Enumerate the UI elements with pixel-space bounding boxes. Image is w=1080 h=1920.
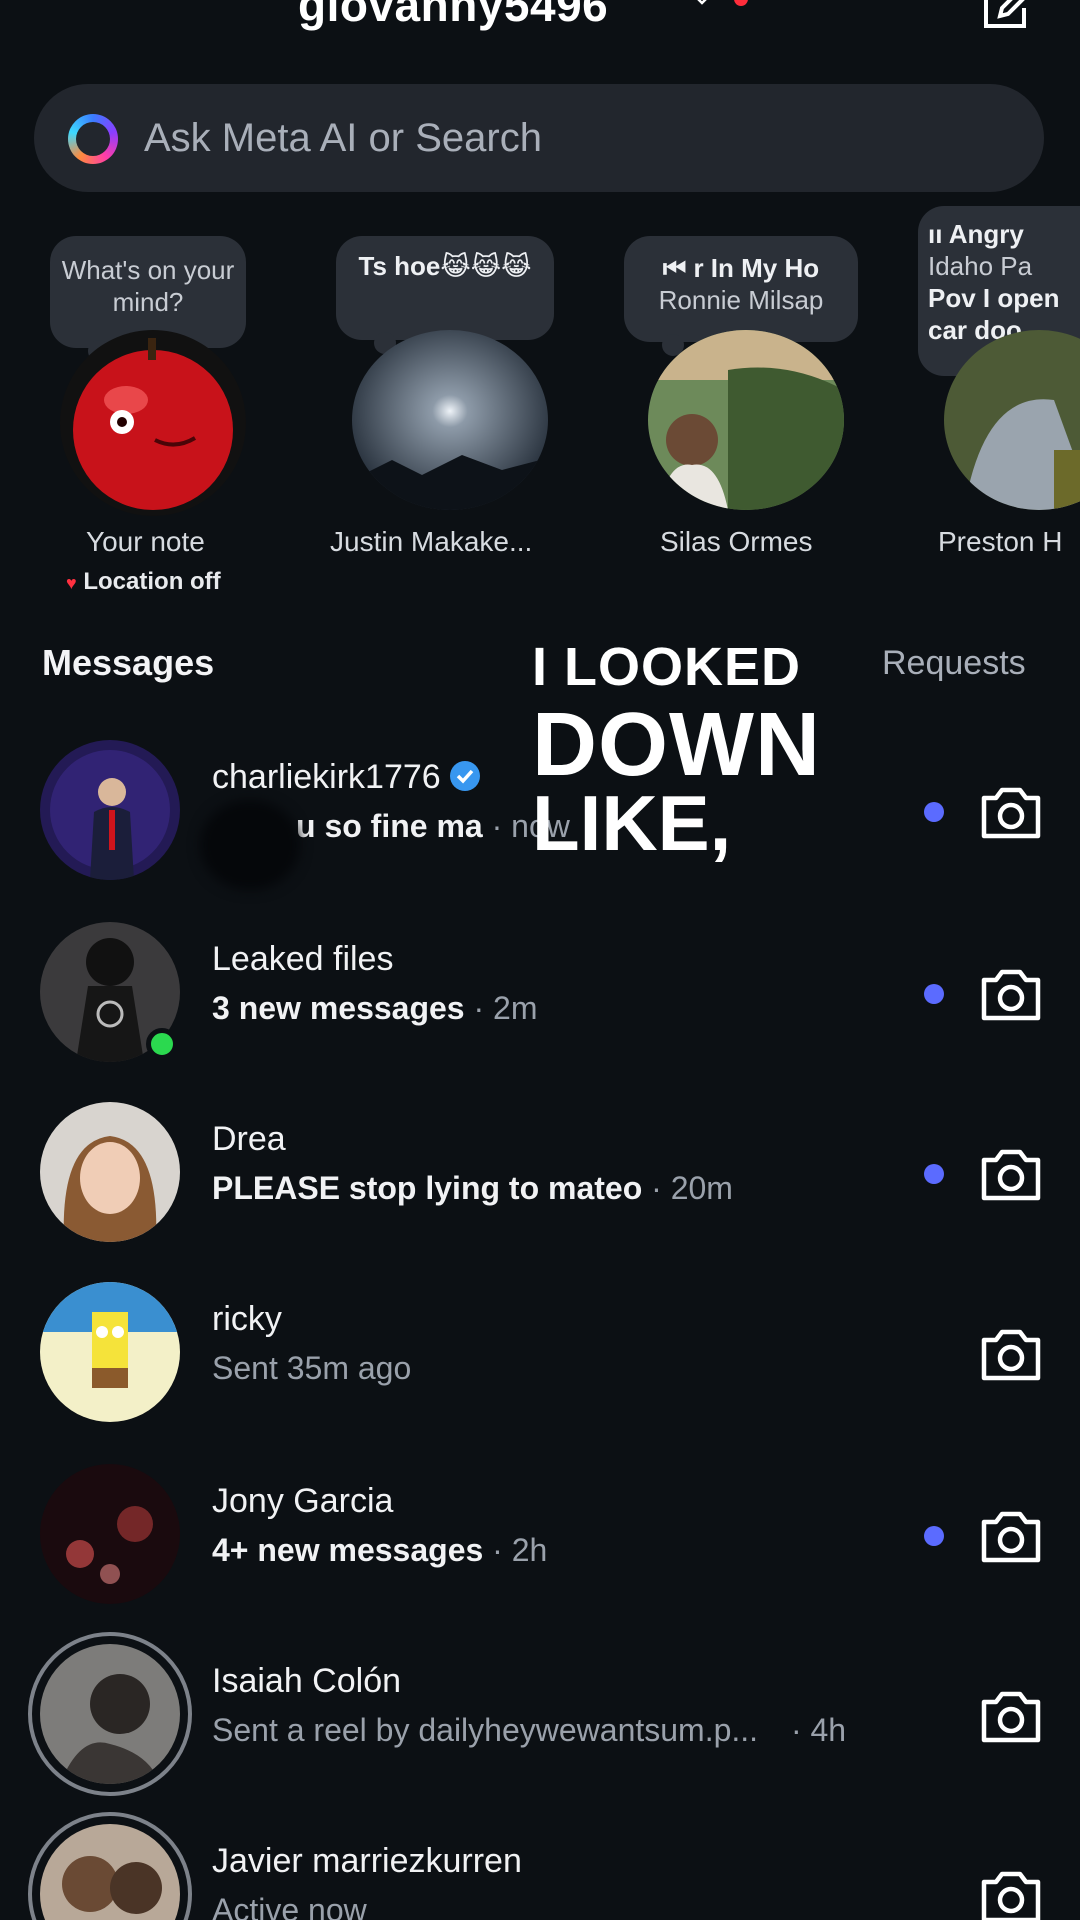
notification-dot <box>734 0 748 6</box>
note-bubble-silas[interactable]: ⏮ r In My Ho Ronnie Milsap <box>624 236 858 356</box>
requests-link[interactable]: Requests <box>882 644 1026 683</box>
caption-line: I LOOKED <box>532 637 802 697</box>
thread-preview-text: u so fine ma <box>296 808 483 844</box>
thread-name: Isaiah Colón <box>212 1662 402 1700</box>
thread-name-text: charliekirk1776 <box>212 758 441 796</box>
note-bubble-justin[interactable]: Ts hoe😹😹😹 <box>336 236 554 354</box>
caption-line: DOWN <box>532 695 821 795</box>
search-bar[interactable]: Ask Meta AI or Search <box>34 84 1044 192</box>
note-bubble-text: What's on your mind? <box>61 255 235 317</box>
thread-row[interactable]: Jony Garcia 4+ new messages · 2h <box>0 1448 1080 1608</box>
account-username[interactable]: giovanny5496 <box>298 0 608 32</box>
note-song-artist: Ronnie Milsap <box>658 285 824 315</box>
music-icon: ıı <box>928 219 949 249</box>
note-avatar-justin[interactable] <box>352 330 548 510</box>
note-avatar-silas[interactable] <box>648 330 844 510</box>
unread-dot <box>924 802 944 822</box>
unread-dot <box>924 1164 944 1184</box>
thread-time: · 4h <box>790 1712 847 1748</box>
chevron-down-icon[interactable] <box>694 0 710 8</box>
location-status: ♥ Location off <box>66 568 221 596</box>
location-status-text: Location off <box>83 568 221 595</box>
meta-ai-icon <box>68 114 118 164</box>
search-placeholder: Ask Meta AI or Search <box>144 116 542 160</box>
avatar <box>40 1464 180 1604</box>
thread-row[interactable]: Drea PLEASE stop lying to mateo · 20m <box>0 1086 1080 1246</box>
note-name-own: Your note <box>86 526 205 557</box>
thread-name: ricky <box>212 1300 282 1338</box>
camera-icon[interactable] <box>978 966 1044 1024</box>
compose-icon[interactable] <box>978 0 1034 32</box>
camera-icon[interactable] <box>978 1326 1044 1384</box>
thread-name: charliekirk1776 <box>212 758 481 797</box>
note-line: Pov I open <box>928 283 1060 313</box>
video-caption-overlay: I LOOKED DOWN LIKE, <box>532 640 821 862</box>
online-indicator <box>146 1028 178 1060</box>
avatar <box>40 1282 180 1422</box>
note-bubble-text: Ts hoe😹😹😹 <box>358 251 532 281</box>
avatar <box>40 1644 180 1784</box>
camera-icon[interactable] <box>978 1508 1044 1566</box>
camera-icon[interactable] <box>978 1146 1044 1204</box>
thread-preview: Sent 35m ago <box>212 1350 412 1386</box>
avatar <box>40 1102 180 1242</box>
thread-preview-text: Sent a reel by dailyheywewantsum.p... <box>212 1712 759 1748</box>
thread-row[interactable]: Isaiah Colón Sent a reel by dailyheywewa… <box>0 1628 1080 1796</box>
thread-row[interactable]: Javier marriezkurren Active now <box>0 1808 1080 1920</box>
camera-icon[interactable] <box>978 784 1044 842</box>
messages-heading: Messages <box>42 642 215 683</box>
avatar <box>40 740 180 880</box>
thread-preview: u so fine ma · now <box>296 808 570 845</box>
thread-name: Jony Garcia <box>212 1482 394 1520</box>
thread-preview: PLEASE stop lying to mateo · 20m <box>212 1170 733 1207</box>
heart-icon: ♥ <box>66 573 77 593</box>
thread-name: Javier marriezkurren <box>212 1842 522 1880</box>
unread-dot <box>924 1526 944 1546</box>
note-song-title: r In My Ho <box>693 253 820 283</box>
thread-preview: 4+ new messages · 2h <box>212 1532 547 1569</box>
camera-icon[interactable] <box>978 1868 1044 1920</box>
thread-preview: Active now <box>212 1892 367 1920</box>
note-line: Idaho Pa <box>928 251 1033 281</box>
note-name-preston: Preston H <box>938 526 1063 557</box>
note-name-silas: Silas Ormes <box>660 526 813 557</box>
thread-preview-text: 4+ new messages <box>212 1532 484 1568</box>
verified-badge-icon <box>449 761 480 791</box>
thread-time: · 2m <box>473 990 538 1026</box>
note-line: Angry <box>948 219 1024 249</box>
camera-icon[interactable] <box>978 1688 1044 1746</box>
thread-preview: Sent a reel by dailyheywewantsum.p... · … <box>212 1712 846 1749</box>
thread-row[interactable]: Leaked files 3 new messages · 2m <box>0 906 1080 1066</box>
note-name-justin: Justin Makake... <box>330 526 533 557</box>
thread-preview-text: PLEASE stop lying to mateo <box>212 1170 643 1206</box>
thread-name: Leaked files <box>212 940 394 978</box>
header: giovanny5496 <box>0 0 1080 60</box>
caption-line: LIKE, <box>532 779 732 867</box>
redaction-scribble <box>200 800 300 890</box>
note-avatar-own[interactable] <box>60 330 246 516</box>
thread-preview: 3 new messages · 2m <box>212 990 537 1027</box>
thread-row[interactable]: ricky Sent 35m ago <box>0 1266 1080 1426</box>
thread-name: Drea <box>212 1120 286 1158</box>
music-icon: ⏮ <box>662 253 694 283</box>
unread-dot <box>924 984 944 1004</box>
thread-time: · 20m <box>651 1170 733 1206</box>
thread-preview-text: 3 new messages <box>212 990 465 1026</box>
thread-time: · 2h <box>492 1532 548 1568</box>
